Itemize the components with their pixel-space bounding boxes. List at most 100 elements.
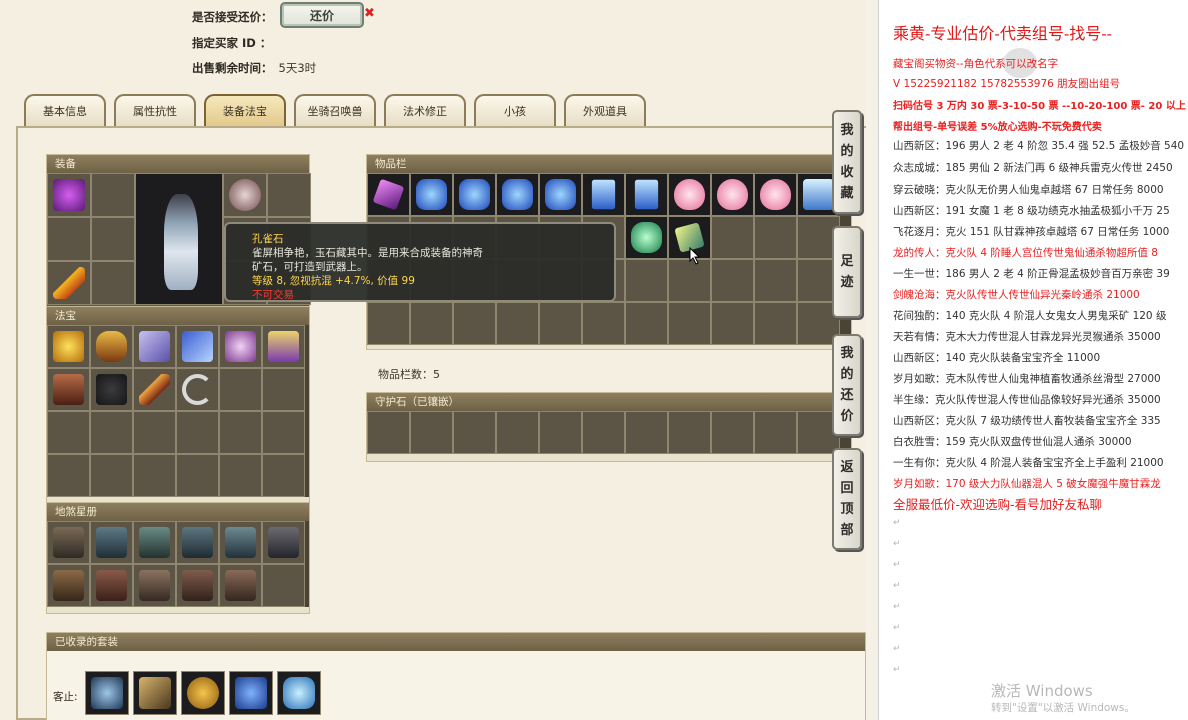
tab-item[interactable]: 基本信息 [24,94,106,126]
tab-item[interactable]: 装备法宝 [204,94,286,126]
guard-stone-slot[interactable] [582,411,625,454]
guard-stone-slot[interactable] [668,411,711,454]
inventory-slot[interactable] [496,302,539,345]
treasure-slot[interactable] [133,454,176,497]
inventory-slot[interactable] [625,216,668,259]
inventory-slot[interactable] [410,173,453,216]
equip-slot[interactable] [91,261,135,305]
guard-stone-slot[interactable] [754,411,797,454]
treasure-slot[interactable] [133,411,176,454]
set-item[interactable] [85,671,129,715]
text-document[interactable]: 乘黄-专业估价-代卖组号-找号-- 藏宝阁买物资--角色代系可以改名字 V 152… [878,0,1188,720]
set-item[interactable] [277,671,321,715]
treasure-slot[interactable] [262,411,305,454]
star-card[interactable] [219,521,262,564]
treasure-slot[interactable] [262,454,305,497]
set-item[interactable] [229,671,273,715]
star-card[interactable] [176,521,219,564]
treasure-slot[interactable] [176,368,219,411]
my-bargains-button[interactable]: 我的还价 [832,334,862,436]
treasure-slot[interactable] [90,368,133,411]
equip-slot[interactable] [47,217,91,261]
treasure-slot[interactable] [219,454,262,497]
tab-item[interactable]: 法术修正 [384,94,466,126]
equip-slot-wand[interactable] [47,261,91,305]
treasure-slot[interactable] [47,454,90,497]
tab-item[interactable]: 外观道具 [564,94,646,126]
set-item[interactable] [133,671,177,715]
inventory-slot[interactable] [582,302,625,345]
inventory-slot[interactable] [453,302,496,345]
treasure-slot[interactable] [219,368,262,411]
set-item[interactable] [181,671,225,715]
guard-stone-slot[interactable] [539,411,582,454]
inventory-slot[interactable] [711,259,754,302]
inventory-slot[interactable] [496,173,539,216]
star-card[interactable] [219,564,262,607]
star-card[interactable] [176,564,219,607]
inventory-slot[interactable] [539,302,582,345]
treasure-slot[interactable] [133,325,176,368]
inventory-slot[interactable] [539,173,582,216]
inventory-slot[interactable] [711,302,754,345]
guard-stone-slot[interactable] [625,411,668,454]
equip-slot-mask[interactable] [223,173,267,217]
guard-stone-slot[interactable] [453,411,496,454]
inventory-slot[interactable] [367,302,410,345]
star-card[interactable] [133,521,176,564]
tab-item[interactable]: 属性抗性 [114,94,196,126]
tab-item[interactable]: 坐骑召唤兽 [294,94,376,126]
inventory-slot[interactable] [410,302,453,345]
bracer-icon [182,331,213,362]
treasure-slot[interactable] [47,368,90,411]
treasure-slot[interactable] [176,454,219,497]
guard-stone-slot[interactable] [367,411,410,454]
inventory-slot[interactable] [754,302,797,345]
inventory-slot[interactable] [625,302,668,345]
treasure-slot[interactable] [176,325,219,368]
inventory-slot[interactable] [754,216,797,259]
star-card[interactable] [90,521,133,564]
inventory-slot[interactable] [367,173,410,216]
inventory-slot[interactable] [754,259,797,302]
treasure-slot[interactable] [90,325,133,368]
inventory-slot[interactable] [582,173,625,216]
treasure-slot[interactable] [176,411,219,454]
star-card[interactable] [47,564,90,607]
treasure-slot[interactable] [219,411,262,454]
treasure-slot[interactable] [219,325,262,368]
equip-slot[interactable] [267,173,311,217]
inventory-slot[interactable] [668,259,711,302]
star-card[interactable] [90,564,133,607]
treasure-slot[interactable] [90,454,133,497]
equip-slot[interactable] [91,217,135,261]
inventory-slot[interactable] [754,173,797,216]
guard-stone-slot[interactable] [410,411,453,454]
tab-item[interactable]: 小孩 [474,94,556,126]
inventory-slot[interactable] [668,173,711,216]
equip-slot-robe[interactable] [47,173,91,217]
my-favorites-button[interactable]: 我的收藏 [832,110,862,214]
guard-stone-slot[interactable] [496,411,539,454]
treasure-slot[interactable] [262,368,305,411]
treasure-slot[interactable] [47,325,90,368]
inventory-slot[interactable] [668,302,711,345]
inventory-slot[interactable] [625,173,668,216]
inventory-slot[interactable] [453,173,496,216]
star-card[interactable] [262,521,305,564]
inventory-slot[interactable] [625,259,668,302]
back-to-top-button[interactable]: 返回顶部 [832,448,862,550]
footprints-button[interactable]: 足迹 [832,226,862,318]
treasure-slot[interactable] [262,325,305,368]
treasure-slot[interactable] [47,411,90,454]
guard-stone-slot[interactable] [711,411,754,454]
inventory-slot[interactable] [711,216,754,259]
bargain-button[interactable]: 还价 [280,2,364,28]
treasure-slot[interactable] [90,411,133,454]
star-card[interactable] [262,564,305,607]
equip-slot[interactable] [91,173,135,217]
treasure-slot[interactable] [133,368,176,411]
star-card[interactable] [133,564,176,607]
inventory-slot[interactable] [711,173,754,216]
star-card[interactable] [47,521,90,564]
